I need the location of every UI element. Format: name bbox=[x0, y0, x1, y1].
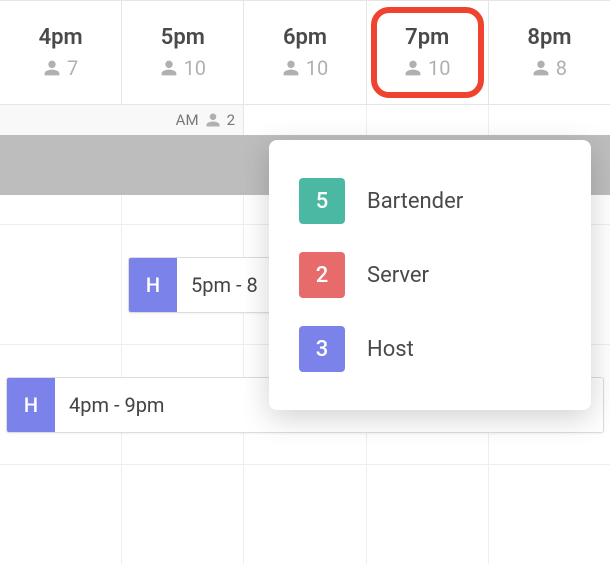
time-label: 4pm bbox=[39, 25, 83, 50]
person-icon bbox=[282, 59, 300, 77]
shift-badge-host: H bbox=[129, 258, 177, 312]
count-value: 10 bbox=[306, 56, 328, 80]
count-value: 8 bbox=[556, 56, 567, 80]
count-value: 10 bbox=[184, 56, 206, 80]
ampm-label: AM bbox=[176, 111, 199, 129]
count-value: 7 bbox=[67, 56, 78, 80]
time-column-8pm[interactable]: 8pm 8 bbox=[489, 1, 610, 104]
timeline-header: 4pm 7 5pm 10 6pm 10 7pm 10 8pm 8 bbox=[0, 0, 610, 105]
time-column-5pm[interactable]: 5pm 10 bbox=[122, 1, 244, 104]
popover-row-host[interactable]: 3 Host bbox=[269, 312, 591, 386]
person-icon bbox=[160, 59, 178, 77]
popover-row-bartender[interactable]: 5 Bartender bbox=[269, 164, 591, 238]
role-label: Host bbox=[367, 337, 414, 362]
person-icon bbox=[205, 112, 221, 128]
time-count: 10 bbox=[282, 56, 328, 80]
shift-time-text: 4pm - 9pm bbox=[55, 393, 164, 417]
time-count: 8 bbox=[532, 56, 567, 80]
shift-badge-host: H bbox=[7, 378, 55, 432]
time-label: 7pm bbox=[405, 25, 449, 50]
time-label: 5pm bbox=[161, 25, 205, 50]
ampm-bar: AM 2 bbox=[0, 105, 610, 135]
time-column-7pm[interactable]: 7pm 10 bbox=[367, 1, 489, 104]
highlight-ring bbox=[371, 7, 484, 98]
count-value: 10 bbox=[428, 56, 450, 80]
role-count-badge: 2 bbox=[299, 252, 345, 298]
role-label: Bartender bbox=[367, 189, 463, 214]
time-column-4pm[interactable]: 4pm 7 bbox=[0, 1, 122, 104]
person-icon bbox=[43, 59, 61, 77]
role-count-badge: 5 bbox=[299, 178, 345, 224]
person-icon bbox=[532, 59, 550, 77]
role-count-badge: 3 bbox=[299, 326, 345, 372]
time-count: 10 bbox=[404, 56, 450, 80]
ampm-segment: AM 2 bbox=[0, 105, 244, 135]
time-column-6pm[interactable]: 6pm 10 bbox=[244, 1, 366, 104]
role-label: Server bbox=[367, 263, 429, 288]
time-label: 6pm bbox=[283, 25, 327, 50]
shift-time-text: 5pm - 8 bbox=[177, 273, 258, 297]
person-icon bbox=[404, 59, 422, 77]
ampm-count: 2 bbox=[227, 111, 235, 129]
time-count: 7 bbox=[43, 56, 78, 80]
popover-row-server[interactable]: 2 Server bbox=[269, 238, 591, 312]
time-count: 10 bbox=[160, 56, 206, 80]
time-label: 8pm bbox=[527, 25, 571, 50]
role-breakdown-popover: 5 Bartender 2 Server 3 Host bbox=[269, 140, 591, 410]
